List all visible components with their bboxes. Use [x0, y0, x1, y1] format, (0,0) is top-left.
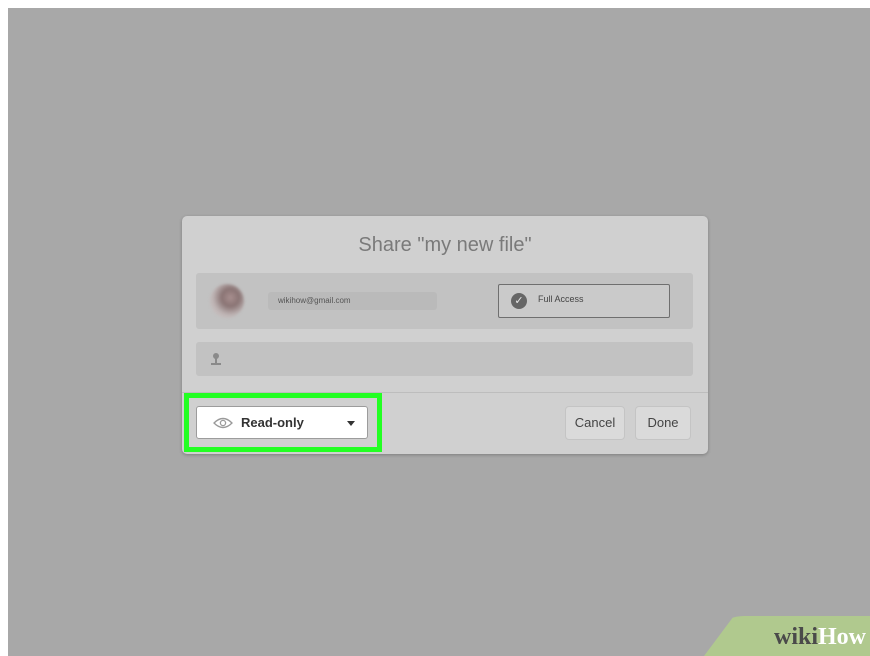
permission-label: Read-only — [241, 415, 304, 430]
dialog-footer: Read-only Cancel Done — [182, 392, 708, 454]
avatar — [210, 284, 244, 318]
share-dialog: Share "my new file" wikihow@gmail.com ✓ … — [182, 216, 708, 454]
access-label: Full Access — [538, 294, 584, 304]
check-icon: ✓ — [511, 293, 527, 309]
eye-icon — [213, 417, 233, 429]
watermark-how: How — [818, 624, 866, 650]
email-field[interactable]: wikihow@gmail.com — [268, 292, 437, 310]
person-icon — [211, 353, 221, 365]
done-button[interactable]: Done — [635, 406, 691, 440]
caret-down-icon — [347, 421, 355, 426]
add-person-input[interactable] — [196, 342, 693, 376]
watermark-text: wikiHow — [774, 624, 866, 651]
access-level-select[interactable]: ✓ Full Access — [498, 284, 670, 318]
permission-dropdown[interactable]: Read-only — [196, 406, 368, 439]
dialog-title: Share "my new file" — [358, 234, 532, 256]
cancel-button[interactable]: Cancel — [565, 406, 625, 440]
watermark-wiki: wiki — [773, 624, 818, 650]
shared-user-row: wikihow@gmail.com ✓ Full Access — [196, 273, 693, 329]
